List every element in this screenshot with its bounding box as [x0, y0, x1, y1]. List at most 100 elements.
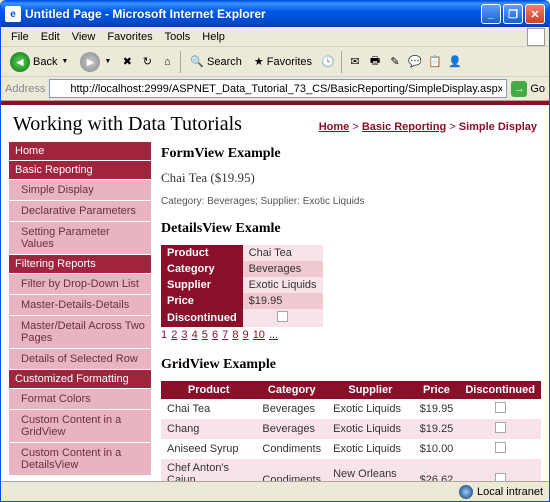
detailsview-pager: 1 2 3 4 5 6 7 8 9 10 ...	[161, 329, 541, 341]
breadcrumb-section[interactable]: Basic Reporting	[362, 121, 446, 133]
browser-window: e Untitled Page - Microsoft Internet Exp…	[0, 0, 550, 502]
menu-edit[interactable]: Edit	[35, 29, 66, 45]
discuss-icon[interactable]: 💬	[406, 53, 424, 71]
grid-cell: Beverages	[256, 399, 327, 419]
details-value: Chai Tea	[243, 245, 323, 261]
stop-icon[interactable]: ✖	[118, 53, 136, 71]
formview-product: Chai Tea ($19.95)	[161, 170, 541, 186]
search-button[interactable]: 🔍Search	[185, 52, 247, 71]
pager-link[interactable]: 7	[222, 329, 228, 341]
throbber-icon	[527, 28, 545, 46]
toolbar: ◄Back▼ ►▼ ✖ ↻ ⌂ 🔍Search ★Favorites 🕓 ✉ 🖶…	[1, 47, 549, 77]
mail-icon[interactable]: ✉	[346, 53, 364, 71]
close-button[interactable]: ✕	[525, 4, 545, 24]
pager-link[interactable]: 8	[232, 329, 238, 341]
page-header: Working with Data Tutorials Home > Basic…	[1, 105, 549, 142]
nav-item[interactable]: Master/Detail Across Two Pages	[9, 315, 151, 348]
table-row: ChangBeveragesExotic Liquids$19.25	[161, 419, 541, 439]
pager-link[interactable]: 9	[243, 329, 249, 341]
nav-item[interactable]: Filter by Drop-Down List	[9, 273, 151, 294]
grid-cell: Exotic Liquids	[327, 399, 414, 419]
grid-column-header: Product	[161, 381, 256, 399]
details-label: Price	[161, 293, 243, 309]
gridview-heading: GridView Example	[161, 357, 541, 373]
edit-icon[interactable]: ✎	[386, 53, 404, 71]
details-label: Product	[161, 245, 243, 261]
grid-cell-price: $19.25	[414, 419, 460, 439]
nav-item[interactable]: Master-Details-Details	[9, 294, 151, 315]
menubar: File Edit View Favorites Tools Help	[1, 27, 549, 47]
main-content: FormView Example Chai Tea ($19.95) Categ…	[161, 142, 541, 499]
checkbox-icon	[495, 442, 506, 453]
details-value: Beverages	[243, 261, 323, 277]
breadcrumb-current: Simple Display	[459, 121, 537, 133]
nav-item[interactable]: Format Colors	[9, 388, 151, 409]
breadcrumb: Home > Basic Reporting > Simple Display	[319, 121, 537, 133]
menu-file[interactable]: File	[5, 29, 35, 45]
menu-view[interactable]: View	[66, 29, 102, 45]
nav-section[interactable]: Customized Formatting	[9, 370, 151, 388]
nav-item[interactable]: Setting Parameter Values	[9, 221, 151, 254]
menu-favorites[interactable]: Favorites	[101, 29, 158, 45]
titlebar: e Untitled Page - Microsoft Internet Exp…	[1, 1, 549, 27]
back-button[interactable]: ◄Back▼	[5, 49, 73, 75]
details-value: Exotic Liquids	[243, 277, 323, 293]
pager-link[interactable]: 10	[253, 329, 265, 341]
pager-link[interactable]: 6	[212, 329, 218, 341]
details-label: Category	[161, 261, 243, 277]
content-area: Working with Data Tutorials Home > Basic…	[1, 101, 549, 499]
grid-column-header: Supplier	[327, 381, 414, 399]
grid-cell: Chai Tea	[161, 399, 256, 419]
messenger-icon[interactable]: 👤	[446, 53, 464, 71]
checkbox-icon	[495, 402, 506, 413]
menu-tools[interactable]: Tools	[159, 29, 197, 45]
print-icon[interactable]: 🖶	[366, 53, 384, 71]
pager-link[interactable]: ...	[269, 329, 278, 341]
maximize-button[interactable]: ❐	[503, 4, 523, 24]
statusbar: Local intranet	[1, 481, 549, 501]
checkbox-icon	[495, 422, 506, 433]
research-icon[interactable]: 📋	[426, 53, 444, 71]
details-value: $19.95	[243, 293, 323, 309]
detailsview-table: ProductChai TeaCategoryBeveragesSupplier…	[161, 245, 323, 327]
nav-item[interactable]: Custom Content in a GridView	[9, 409, 151, 442]
nav-section[interactable]: Home	[9, 142, 151, 160]
pager-link[interactable]: 3	[181, 329, 187, 341]
details-value	[243, 309, 323, 327]
forward-button[interactable]: ►▼	[75, 49, 116, 75]
pager-link[interactable]: 2	[171, 329, 177, 341]
grid-cell-price: $19.95	[414, 399, 460, 419]
pager-link[interactable]: 4	[192, 329, 198, 341]
address-bar: Address →Go	[1, 77, 549, 101]
ie-icon: e	[5, 6, 21, 22]
grid-cell: Chang	[161, 419, 256, 439]
grid-cell: Condiments	[256, 439, 327, 459]
home-icon[interactable]: ⌂	[158, 53, 176, 71]
nav-section[interactable]: Filtering Reports	[9, 255, 151, 273]
nav-item[interactable]: Details of Selected Row	[9, 348, 151, 369]
window-title: Untitled Page - Microsoft Internet Explo…	[25, 7, 481, 21]
minimize-button[interactable]: _	[481, 4, 501, 24]
nav-section[interactable]: Basic Reporting	[9, 161, 151, 179]
refresh-icon[interactable]: ↻	[138, 53, 156, 71]
nav-item[interactable]: Declarative Parameters	[9, 200, 151, 221]
security-zone: Local intranet	[459, 485, 543, 499]
page-title: Working with Data Tutorials	[13, 113, 242, 136]
zone-label: Local intranet	[477, 486, 543, 498]
history-icon[interactable]: 🕓	[319, 53, 337, 71]
details-label: Discontinued	[161, 309, 243, 327]
go-button[interactable]: →Go	[511, 81, 545, 97]
pager-link[interactable]: 5	[202, 329, 208, 341]
nav-item[interactable]: Custom Content in a DetailsView	[9, 442, 151, 475]
menu-help[interactable]: Help	[196, 29, 231, 45]
grid-cell: Exotic Liquids	[327, 439, 414, 459]
favorites-button[interactable]: ★Favorites	[249, 52, 317, 71]
nav-item[interactable]: Simple Display	[9, 179, 151, 200]
breadcrumb-home[interactable]: Home	[319, 121, 350, 133]
grid-column-header: Category	[256, 381, 327, 399]
grid-column-header: Price	[414, 381, 460, 399]
grid-cell-discontinued	[459, 399, 541, 419]
address-label: Address	[5, 83, 45, 95]
grid-cell-discontinued	[459, 439, 541, 459]
address-input[interactable]	[49, 79, 507, 98]
